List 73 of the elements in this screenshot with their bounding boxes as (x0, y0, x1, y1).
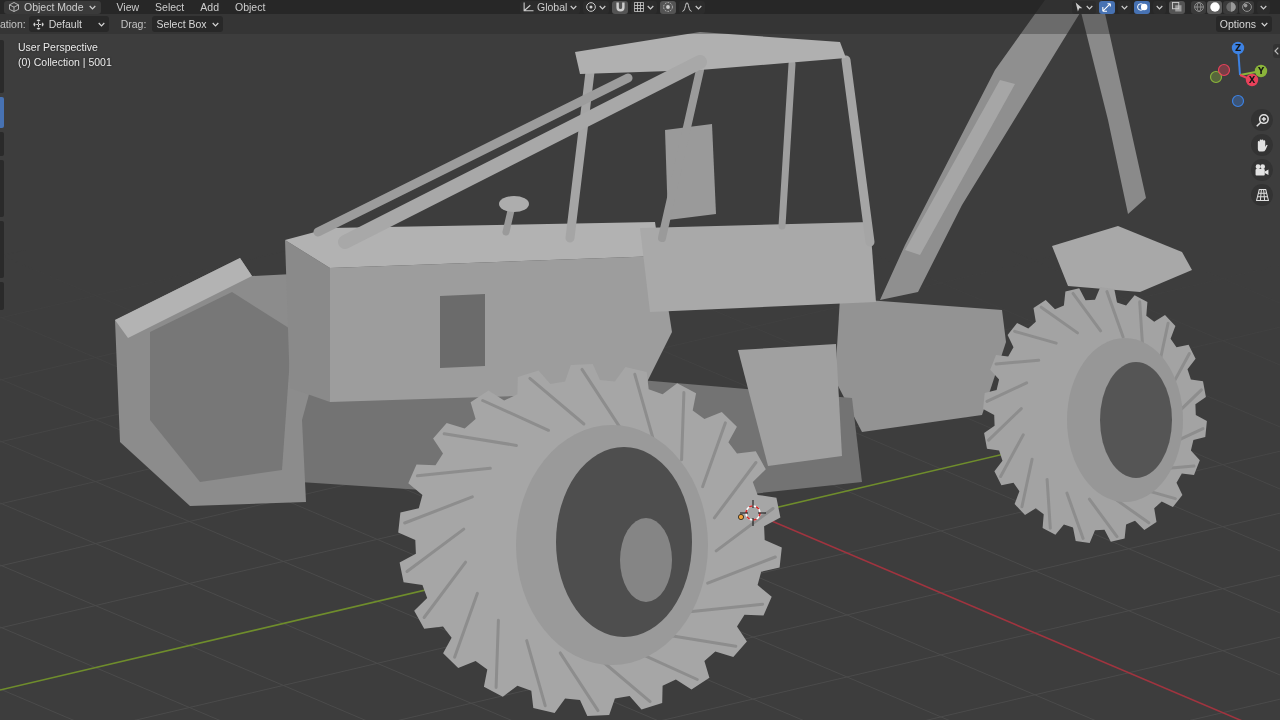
menu-item[interactable]: Select (151, 0, 189, 14)
overlapping-circles-icon (1136, 2, 1148, 12)
perspective-toggle-button[interactable] (1251, 184, 1273, 206)
menu-item[interactable]: Object (231, 0, 270, 14)
grid-icon (634, 2, 645, 12)
highlight-sphere-icon (1241, 2, 1252, 12)
camera-view-button[interactable] (1251, 159, 1273, 181)
options-dropdown[interactable]: Options (1215, 16, 1272, 32)
cursor-arrow-icon (1075, 2, 1083, 12)
z-axis-handle[interactable]: Z (1231, 41, 1245, 76)
3d-cursor-icon (739, 499, 767, 527)
orientation-dropdown[interactable]: Global (520, 0, 581, 14)
move-arrows-icon (32, 18, 44, 30)
drag-dropdown[interactable]: Select Box (152, 16, 223, 32)
wireframe-shading-button[interactable] (1191, 0, 1206, 14)
caret-icon (647, 4, 655, 10)
negative-x-axis-handle[interactable] (1217, 63, 1231, 77)
overlay-toggle[interactable] (1134, 0, 1150, 14)
material-shading-button[interactable] (1223, 0, 1238, 14)
dot-ring-icon (663, 2, 674, 12)
cube-icon (9, 2, 19, 12)
caret-icon (88, 4, 96, 10)
gizmo-toggle[interactable] (1099, 0, 1115, 14)
caret-icon (1086, 4, 1093, 10)
caret-icon (695, 4, 703, 10)
wireframe-sphere-icon (1193, 2, 1204, 12)
caret-icon (1260, 4, 1267, 10)
shading-menu-dropdown[interactable] (1257, 0, 1270, 14)
menu-item[interactable]: Add (196, 0, 223, 14)
proportional-editing-toggle[interactable] (660, 0, 677, 14)
snap-target-dropdown[interactable] (631, 0, 658, 14)
caret-icon (97, 21, 105, 27)
curve-icon (682, 2, 693, 12)
caret-icon (1156, 4, 1163, 10)
rendered-shading-button[interactable] (1239, 0, 1254, 14)
movie-camera-icon (1255, 164, 1269, 176)
half-shaded-sphere-icon (1225, 2, 1236, 12)
negative-y-axis-handle[interactable] (1209, 70, 1223, 84)
perspective-grid-icon (1255, 189, 1269, 201)
caret-icon (1121, 4, 1128, 10)
pivot-dropdown[interactable] (583, 0, 610, 14)
setting-label: ation: (0, 18, 26, 30)
pan-button[interactable] (1251, 134, 1273, 156)
drag-label: Drag: (120, 18, 147, 30)
axes-icon (523, 2, 534, 12)
snap-toggle[interactable] (612, 0, 629, 14)
origin-point-icon (738, 514, 744, 520)
caret-icon (1261, 21, 1268, 27)
sphere-icon (1209, 2, 1220, 12)
caret-icon (599, 4, 607, 10)
magnet-icon (615, 2, 625, 12)
gizmo-menu-dropdown[interactable] (1118, 0, 1131, 14)
caret-icon (211, 21, 219, 27)
overlapping-squares-icon (1172, 2, 1182, 12)
chevron-left-icon (1274, 47, 1279, 55)
solid-shading-button[interactable] (1207, 0, 1222, 14)
zoom-in-icon (1255, 113, 1269, 127)
zoom-button[interactable] (1251, 109, 1273, 131)
overlay-menu-dropdown[interactable] (1153, 0, 1166, 14)
hand-icon (1256, 138, 1268, 152)
menu-item[interactable]: View (112, 0, 144, 14)
setting-dropdown[interactable]: Default (28, 16, 109, 32)
falloff-dropdown[interactable] (679, 0, 706, 14)
xray-toggle[interactable] (1169, 0, 1185, 14)
arrows-icon (1102, 2, 1112, 12)
negative-z-axis-handle[interactable] (1231, 94, 1245, 108)
mode-dropdown[interactable]: Object Mode (4, 0, 101, 14)
target-icon (586, 2, 597, 12)
caret-icon (570, 4, 578, 10)
selectability-dropdown[interactable] (1072, 0, 1096, 14)
view-name: User Perspective (18, 40, 98, 55)
sidebar-toggle[interactable] (1273, 44, 1280, 58)
collection-info: (0) Collection | 5001 (18, 55, 112, 70)
